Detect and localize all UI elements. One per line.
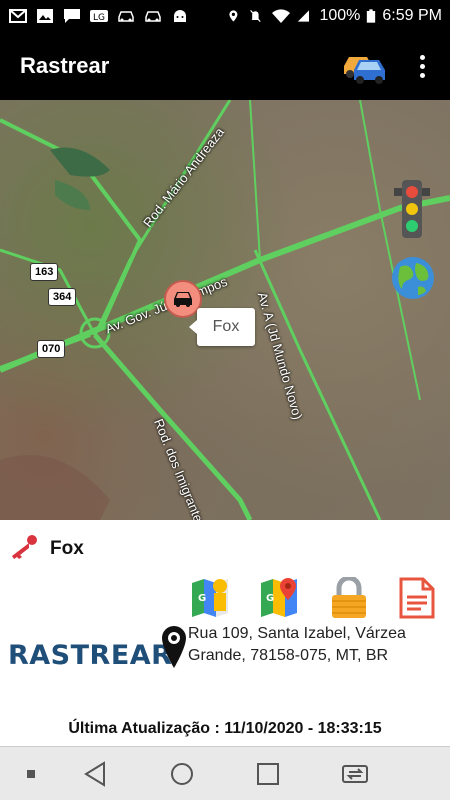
map-view[interactable]: Rod. Mário Andreaza Av. Gov. Júlio Campo…: [0, 100, 450, 520]
vehicle-details-panel: Fox G G RASTREAR Rua 109, Santa Izabel, …: [0, 520, 450, 746]
lg-icon: LG: [90, 10, 108, 23]
signal-icon: [298, 10, 310, 22]
dot-icon[interactable]: [24, 767, 38, 781]
mute-icon: [250, 10, 262, 22]
cars-icon[interactable]: [342, 46, 388, 86]
traffic-light-icon[interactable]: [392, 178, 432, 240]
svg-text:G: G: [266, 593, 274, 604]
street-view-icon[interactable]: G: [190, 577, 230, 619]
svg-text:LG: LG: [93, 13, 105, 23]
location-pin-icon: [162, 626, 186, 668]
notification-icons: LG: [8, 8, 190, 24]
document-icon[interactable]: [397, 577, 437, 619]
marker-info-window[interactable]: Fox: [189, 308, 255, 346]
google-maps-icon[interactable]: G: [259, 577, 299, 619]
vehicle-name: Fox: [50, 538, 84, 559]
android-icon: [174, 10, 186, 22]
car-icon: [174, 292, 192, 307]
app-bar: Rastrear: [0, 32, 450, 100]
route-shield: 163: [30, 263, 59, 281]
key-icon: [12, 535, 37, 559]
car-icon: [118, 11, 134, 22]
globe-icon[interactable]: [390, 255, 436, 301]
gallery-icon: [37, 9, 53, 23]
system-status: 100% 6:59 PM: [227, 7, 442, 25]
lock-icon[interactable]: [329, 577, 369, 619]
status-bar: LG 100% 6:59 PM: [0, 0, 450, 32]
battery-percent: 100%: [319, 7, 361, 24]
location-icon: [229, 10, 238, 22]
route-shield: 070: [37, 340, 66, 358]
car-icon: [145, 11, 161, 22]
clock: 6:59 PM: [382, 7, 442, 24]
gmail-icon: [9, 9, 27, 23]
route-shield: 364: [48, 288, 77, 306]
recents-icon[interactable]: [256, 761, 280, 787]
system-nav-bar: [0, 746, 450, 800]
battery-icon: [367, 9, 376, 23]
vehicle-address: Rua 109, Santa Izabel, Várzea Grande, 78…: [188, 625, 406, 664]
app-title: Rastrear: [20, 53, 110, 78]
home-icon[interactable]: [169, 761, 195, 787]
message-icon: [64, 9, 80, 23]
back-icon[interactable]: [83, 761, 107, 787]
marker-info-label: Fox: [212, 318, 240, 335]
svg-text:G: G: [198, 593, 206, 604]
brand-logo: RASTREAR: [8, 640, 173, 671]
wifi-icon: [272, 9, 291, 23]
switch-icon[interactable]: [340, 761, 370, 787]
last-update: Última Atualização : 11/10/2020 - 18:33:…: [68, 720, 382, 737]
more-vert-icon[interactable]: [410, 48, 434, 84]
